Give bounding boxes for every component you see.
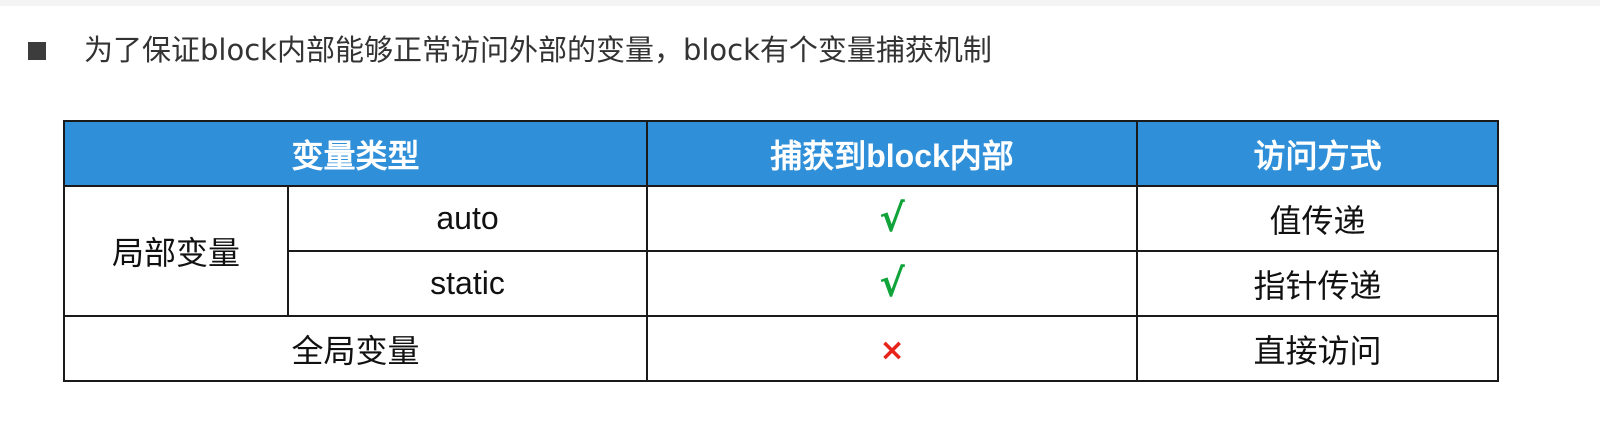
check-icon: √	[879, 195, 905, 240]
intro-line: 为了保证block内部能够正常访问外部的变量，block有个变量捕获机制	[28, 30, 992, 70]
header-access-method: 访问方式	[1136, 120, 1500, 187]
table-row: 局部变量 auto √ 值传递	[63, 185, 1500, 317]
subtype-cell: static	[286, 250, 649, 317]
global-variable-cell: 全局变量	[62, 315, 649, 382]
check-icon: √	[879, 260, 905, 305]
access-cell: 值传递	[1136, 185, 1500, 252]
access-cell: 指针传递	[1136, 250, 1500, 317]
captured-cell: ×	[646, 315, 1139, 382]
subtype-cell: auto	[286, 185, 649, 252]
header-variable-type: 变量类型	[62, 120, 649, 187]
access-cell: 直接访问	[1136, 315, 1500, 382]
table-header-row: 变量类型 捕获到block内部 访问方式	[62, 120, 1500, 187]
table-row: 全局变量 × 直接访问	[62, 315, 1500, 382]
square-bullet-icon	[28, 42, 46, 60]
captured-cell: √	[646, 185, 1139, 252]
header-captured: 捕获到block内部	[646, 120, 1139, 187]
local-variable-cell: 局部变量	[63, 185, 289, 317]
top-strip	[0, 0, 1600, 6]
captured-cell: √	[646, 250, 1139, 317]
intro-text: 为了保证block内部能够正常访问外部的变量，block有个变量捕获机制	[84, 33, 992, 67]
cross-icon: ×	[879, 332, 905, 368]
variable-capture-table: 变量类型 捕获到block内部 访问方式 局部变量 auto √ 值传递 sta…	[62, 120, 1500, 382]
